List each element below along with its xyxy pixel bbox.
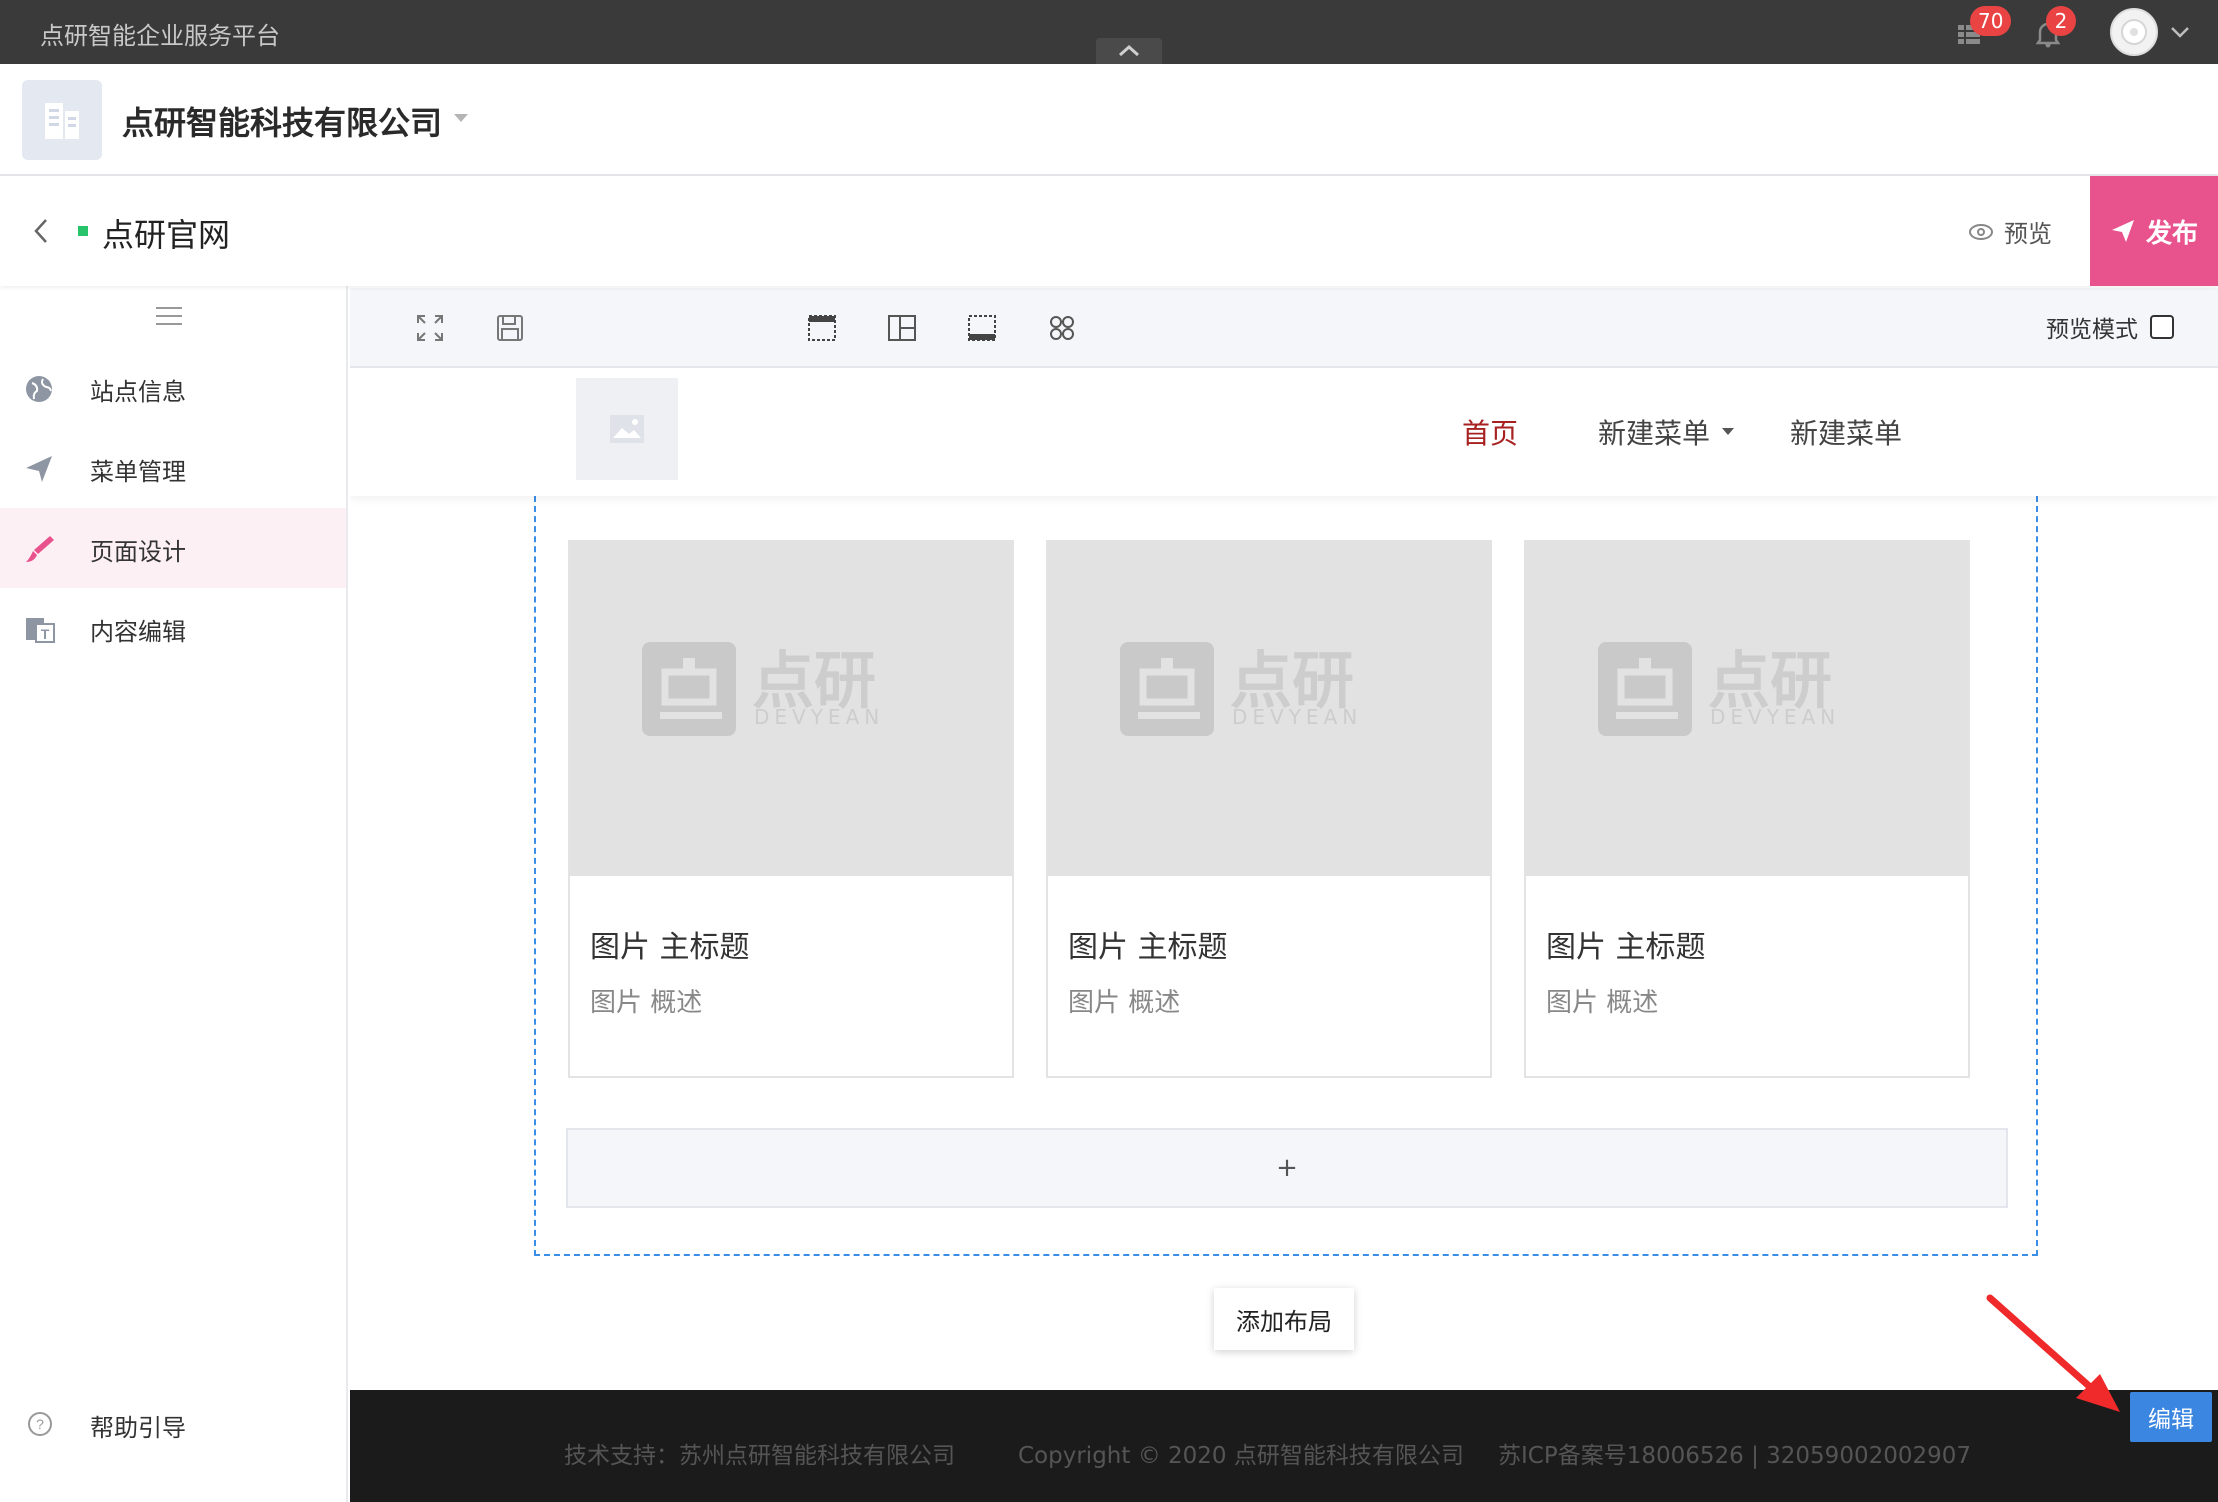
- help-label: 帮助引导: [90, 1414, 186, 1442]
- edit-footer-button[interactable]: 编辑: [2130, 1392, 2212, 1442]
- editor-toolbar: 预览模式: [350, 288, 2218, 368]
- footer-support: 技术支持：苏州点研智能科技有限公司: [564, 1443, 955, 1469]
- site-navbar[interactable]: 首页 新建菜单 新建菜单: [350, 370, 2218, 496]
- site-menu-new-dropdown[interactable]: 新建菜单: [1598, 412, 1710, 452]
- preview-button[interactable]: 预览: [1968, 214, 2052, 249]
- watermark-brand-en: DEVYEAN: [754, 705, 884, 729]
- sidebar-item-label: 页面设计: [90, 538, 186, 566]
- system-topbar: 点研智能企业服务平台 70 2: [0, 0, 2218, 64]
- layout-columns-button[interactable]: [882, 308, 922, 348]
- globe-icon: [26, 376, 52, 402]
- notifications-button[interactable]: 2: [2028, 6, 2076, 54]
- save-button[interactable]: [490, 308, 530, 348]
- company-switch-caret-icon[interactable]: [454, 114, 468, 122]
- eye-icon: [1969, 223, 1993, 240]
- layout-header-button[interactable]: [802, 308, 842, 348]
- site-footer[interactable]: 技术支持：苏州点研智能科技有限公司 Copyright © 2020 点研智能科…: [350, 1390, 2218, 1502]
- brand-watermark: 点研 DEVYEAN: [1120, 642, 1362, 736]
- brand-watermark: 点研 DEVYEAN: [642, 642, 884, 736]
- tasks-count-badge: 70: [1970, 6, 2012, 36]
- card-description[interactable]: 图片 概述: [590, 982, 702, 1019]
- sidebar-item-label: 内容编辑: [90, 618, 186, 646]
- text-edit-icon: T: [26, 618, 55, 643]
- fullscreen-button[interactable]: [410, 308, 450, 348]
- collapse-header-button[interactable]: [1096, 38, 1162, 64]
- sidebar-item-label: 菜单管理: [90, 458, 186, 486]
- brush-icon: [26, 536, 54, 562]
- layout-footer-button[interactable]: [962, 308, 1002, 348]
- back-arrow-icon[interactable]: [26, 214, 56, 248]
- components-button[interactable]: [1042, 308, 1082, 348]
- layout-columns-icon: [888, 315, 916, 341]
- site-name: 点研官网: [102, 216, 231, 254]
- footer-copyright: Copyright © 2020 点研智能科技有限公司: [1018, 1443, 1464, 1469]
- page-canvas: 首页 新建菜单 新建菜单 点研 DEVYEAN 图片 主标题 图片 概述 点研 …: [350, 370, 2218, 1390]
- image-card[interactable]: 点研 DEVYEAN 图片 主标题 图片 概述: [1046, 540, 1492, 1078]
- card-image-placeholder[interactable]: 点研 DEVYEAN: [570, 542, 1012, 876]
- company-header: 点研智能科技有限公司: [0, 64, 2218, 176]
- image-card[interactable]: 点研 DEVYEAN 图片 主标题 图片 概述: [1524, 540, 1970, 1078]
- footer-icp: 苏ICP备案号18006526 | 32059002002907: [1498, 1443, 1972, 1469]
- sidebar-item-help[interactable]: ? 帮助引导: [0, 1394, 346, 1454]
- site-logo-placeholder[interactable]: [576, 378, 678, 480]
- annotation-arrow-icon: [1986, 1294, 2120, 1412]
- watermark-brand-en: DEVYEAN: [1232, 705, 1362, 729]
- add-item-button[interactable]: +: [566, 1128, 2008, 1208]
- sidebar-item-label: 站点信息: [90, 378, 186, 406]
- site-menu-home[interactable]: 首页: [1462, 412, 1518, 452]
- image-placeholder-icon: [610, 415, 644, 443]
- layout-footer-icon: [968, 315, 996, 341]
- card-title[interactable]: 图片 主标题: [590, 922, 750, 966]
- sidebar: 站点信息 菜单管理 页面设计 T 内容编辑 ? 帮助引导: [0, 286, 348, 1502]
- add-layout-button[interactable]: 添加布局: [1214, 1288, 1354, 1350]
- chevron-down-icon[interactable]: [2168, 20, 2192, 44]
- company-logo: [22, 80, 102, 160]
- sidebar-item-content-edit[interactable]: T 内容编辑: [0, 588, 346, 668]
- brand-watermark: 点研 DEVYEAN: [1598, 642, 1840, 736]
- sidebar-item-menu-management[interactable]: 菜单管理: [0, 428, 346, 508]
- preview-mode-toggle[interactable]: 预览模式: [2046, 310, 2174, 344]
- user-avatar[interactable]: [2110, 8, 2158, 56]
- preview-label: 预览: [2004, 220, 2052, 248]
- card-title[interactable]: 图片 主标题: [1546, 922, 1706, 966]
- watermark-brand-en: DEVYEAN: [1710, 705, 1840, 729]
- image-card[interactable]: 点研 DEVYEAN 图片 主标题 图片 概述: [568, 540, 1014, 1078]
- sidebar-item-site-info[interactable]: 站点信息: [0, 348, 346, 428]
- chevron-up-icon: [1119, 44, 1139, 57]
- publish-label: 发布: [2145, 218, 2198, 249]
- notifications-count-badge: 2: [2046, 6, 2076, 36]
- site-status-dot: [78, 226, 88, 236]
- caret-down-icon: [1722, 428, 1734, 435]
- paper-plane-icon: [2111, 220, 2134, 242]
- svg-text:?: ?: [36, 1416, 44, 1432]
- site-menu-new[interactable]: 新建菜单: [1790, 412, 1902, 452]
- expand-icon: [417, 315, 443, 341]
- preview-mode-checkbox[interactable]: [2150, 315, 2174, 339]
- hamburger-menu-icon[interactable]: [156, 306, 182, 326]
- card-description[interactable]: 图片 概述: [1546, 982, 1658, 1019]
- layout-block[interactable]: 点研 DEVYEAN 图片 主标题 图片 概述 点研 DEVYEAN 图片 主标…: [534, 496, 2038, 1256]
- card-title[interactable]: 图片 主标题: [1068, 922, 1228, 966]
- send-icon: [26, 456, 52, 482]
- building-icon: [45, 103, 79, 139]
- user-avatar-icon: [2121, 19, 2147, 45]
- layout-header-icon: [808, 315, 836, 341]
- card-description[interactable]: 图片 概述: [1068, 982, 1180, 1019]
- tasks-button[interactable]: 70: [1950, 6, 2012, 54]
- preview-mode-label: 预览模式: [2046, 317, 2138, 343]
- sidebar-item-page-design[interactable]: 页面设计: [0, 508, 346, 588]
- card-image-placeholder[interactable]: 点研 DEVYEAN: [1048, 542, 1490, 876]
- publish-button[interactable]: 发布: [2090, 176, 2218, 286]
- svg-text:T: T: [41, 626, 50, 642]
- platform-title: 点研智能企业服务平台: [40, 22, 280, 50]
- site-header: 点研官网 预览 发布: [0, 176, 2218, 286]
- question-circle-icon: ?: [28, 1412, 52, 1436]
- company-name[interactable]: 点研智能科技有限公司: [122, 98, 442, 144]
- card-image-placeholder[interactable]: 点研 DEVYEAN: [1526, 542, 1968, 876]
- command-icon: [1050, 316, 1074, 340]
- save-icon: [497, 315, 523, 341]
